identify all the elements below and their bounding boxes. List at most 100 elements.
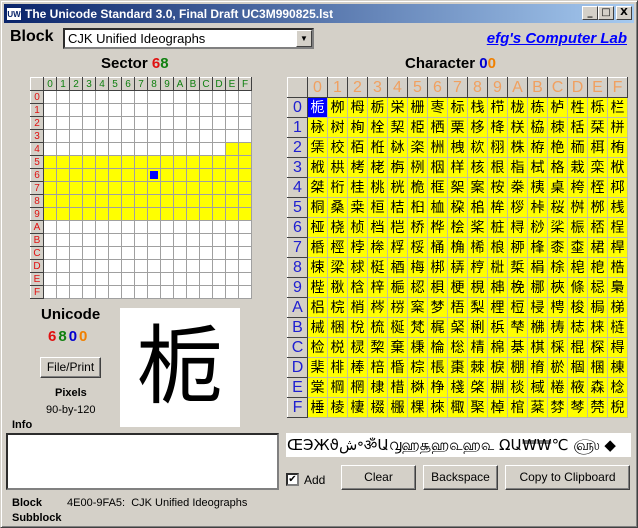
sector-cell[interactable] (186, 220, 200, 234)
character-cell[interactable]: 棹 (487, 397, 508, 418)
sector-cell[interactable] (238, 142, 252, 156)
sector-cell[interactable] (199, 285, 213, 299)
character-cell[interactable]: 棔 (387, 357, 408, 378)
sector-cell[interactable] (121, 233, 135, 247)
sector-cell[interactable] (225, 116, 239, 130)
sector-cell[interactable] (160, 90, 174, 104)
sector-cell[interactable] (43, 207, 57, 221)
sector-cell[interactable] (56, 272, 70, 286)
sector-cell[interactable] (199, 207, 213, 221)
sector-cell[interactable] (199, 129, 213, 143)
character-cell[interactable]: 梉 (487, 257, 508, 278)
info-textbox[interactable] (6, 433, 279, 490)
sector-cell[interactable] (43, 181, 57, 195)
character-cell[interactable]: 梼 (547, 317, 568, 338)
character-cell[interactable]: 棠 (307, 377, 328, 398)
sector-cell[interactable] (108, 116, 122, 130)
character-cell[interactable]: 梬 (547, 297, 568, 318)
character-cell[interactable]: 棪 (507, 377, 528, 398)
character-cell[interactable]: 栤 (387, 137, 408, 158)
character-cell[interactable]: 桒 (347, 197, 368, 218)
character-cell[interactable]: 框 (427, 177, 448, 198)
character-cell[interactable]: 栲 (347, 157, 368, 178)
character-cell[interactable]: 桡 (327, 217, 348, 238)
character-cell[interactable]: 棭 (567, 377, 588, 398)
sector-cell[interactable] (121, 181, 135, 195)
sector-cell[interactable] (95, 142, 109, 156)
character-cell[interactable]: 桿 (607, 237, 628, 258)
character-cell[interactable]: 桏 (607, 177, 628, 198)
character-cell[interactable]: 栎 (587, 97, 608, 118)
character-cell[interactable]: 棏 (607, 337, 628, 358)
character-cell[interactable]: 桻 (527, 237, 548, 258)
sector-cell[interactable] (160, 103, 174, 117)
title-bar[interactable]: UW The Unicode Standard 3.0, Final Draft… (4, 4, 634, 23)
character-cell[interactable]: 栂 (347, 97, 368, 118)
character-cell[interactable]: 栕 (407, 117, 428, 138)
character-cell[interactable]: 栐 (307, 117, 328, 138)
character-cell[interactable]: 棝 (567, 357, 588, 378)
character-cell[interactable]: 桴 (387, 237, 408, 258)
sector-cell[interactable] (95, 194, 109, 208)
sector-cell[interactable] (173, 181, 187, 195)
sector-cell[interactable] (225, 207, 239, 221)
character-cell[interactable]: 森 (587, 377, 608, 398)
sector-cell[interactable] (95, 116, 109, 130)
sector-cell[interactable] (95, 168, 109, 182)
sector-cell[interactable] (186, 194, 200, 208)
sector-cell[interactable] (238, 168, 252, 182)
character-cell[interactable]: 械 (307, 317, 328, 338)
sector-cell[interactable] (82, 142, 96, 156)
character-grid[interactable]: 0123456789ABCDEF0栀栁栂栃栄栅栆标栈栉栊栋栌栍栎栏1栐树栒栓栔栕… (287, 77, 628, 418)
sector-cell[interactable] (199, 155, 213, 169)
sector-cell[interactable] (173, 142, 187, 156)
sector-cell[interactable] (160, 272, 174, 286)
character-cell[interactable]: 桌 (547, 177, 568, 198)
character-cell[interactable]: 栒 (347, 117, 368, 138)
character-cell[interactable]: 梆 (427, 257, 448, 278)
sector-cell[interactable] (199, 272, 213, 286)
sector-cell[interactable] (238, 129, 252, 143)
sector-cell[interactable] (82, 233, 96, 247)
sector-cell[interactable] (160, 116, 174, 130)
character-cell[interactable]: 桺 (507, 237, 528, 258)
character-cell[interactable]: 棳 (367, 397, 388, 418)
sector-cell[interactable] (69, 194, 83, 208)
sector-cell[interactable] (225, 181, 239, 195)
character-cell[interactable]: 桍 (567, 177, 588, 198)
sector-cell[interactable] (147, 142, 161, 156)
sector-cell[interactable] (238, 272, 252, 286)
character-cell[interactable]: 桇 (447, 177, 468, 198)
character-cell[interactable]: 根 (487, 157, 508, 178)
sector-grid[interactable]: 0123456789ABCDEF0123456789ABCDEF (30, 77, 252, 299)
sector-cell[interactable] (56, 116, 70, 130)
sector-cell[interactable] (173, 259, 187, 273)
character-cell[interactable]: 梏 (607, 257, 628, 278)
sector-cell[interactable] (121, 155, 135, 169)
sector-cell[interactable] (212, 220, 226, 234)
character-cell[interactable]: 桪 (507, 217, 528, 238)
character-cell[interactable]: 桳 (367, 237, 388, 258)
character-cell[interactable]: 栱 (327, 157, 348, 178)
sector-cell[interactable] (56, 90, 70, 104)
character-cell[interactable]: 桛 (527, 197, 548, 218)
sector-cell[interactable] (108, 285, 122, 299)
character-cell[interactable]: 棬 (547, 377, 568, 398)
character-cell[interactable]: 梎 (587, 257, 608, 278)
sector-cell[interactable] (225, 168, 239, 182)
character-cell[interactable]: 桥 (407, 217, 428, 238)
sector-cell[interactable] (225, 220, 239, 234)
sector-cell[interactable] (186, 272, 200, 286)
character-cell[interactable]: 棄 (387, 337, 408, 358)
sector-cell[interactable] (56, 285, 70, 299)
character-cell[interactable]: 桀 (307, 177, 328, 198)
character-cell[interactable]: 栭 (567, 137, 588, 158)
character-cell[interactable]: 棛 (527, 357, 548, 378)
character-cell[interactable]: 棊 (507, 337, 528, 358)
character-cell[interactable]: 棁 (327, 337, 348, 358)
character-cell[interactable]: 桋 (527, 177, 548, 198)
character-cell[interactable]: 梋 (527, 257, 548, 278)
sector-cell[interactable] (43, 194, 57, 208)
character-cell[interactable]: 桾 (587, 237, 608, 258)
character-cell[interactable]: 棺 (507, 397, 528, 418)
